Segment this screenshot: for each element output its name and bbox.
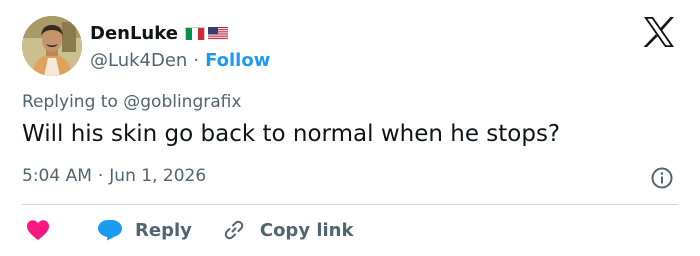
x-logo-icon[interactable]	[642, 16, 676, 48]
italy-flag-icon	[184, 26, 205, 40]
divider	[22, 204, 678, 205]
handle-separator: ·	[193, 49, 200, 71]
handle-row: @Luk4Den · Follow	[90, 47, 270, 73]
author-handle[interactable]: @Luk4Den	[90, 50, 187, 71]
author-name[interactable]: DenLuke	[90, 23, 178, 44]
author-block: DenLuke @Luk4Den · Follow	[90, 20, 270, 73]
action-bar: Reply Copy link	[22, 215, 353, 245]
avatar[interactable]	[22, 16, 82, 76]
copy-link-label: Copy link	[259, 219, 354, 241]
like-button[interactable]	[26, 219, 50, 241]
info-icon[interactable]	[650, 166, 674, 190]
usa-flag-icon	[207, 26, 228, 40]
reply-button[interactable]: Reply	[97, 219, 192, 241]
name-row: DenLuke	[90, 20, 270, 46]
replying-mention[interactable]: @goblingrafix	[123, 92, 241, 112]
reply-label: Reply	[135, 219, 192, 241]
tweet-text: Will his skin go back to normal when he …	[22, 121, 561, 147]
tweet-meta: 5:04 AM · Jun 1, 2026	[22, 166, 206, 186]
follow-button[interactable]: Follow	[205, 50, 270, 71]
reply-bubble-icon	[98, 220, 122, 241]
link-icon	[224, 220, 244, 240]
heart-icon	[27, 220, 49, 240]
tweet-time[interactable]: 5:04 AM	[22, 166, 92, 186]
flag-emojis	[184, 26, 228, 40]
tweet-date[interactable]: Jun 1, 2026	[109, 166, 206, 186]
copy-link-button[interactable]: Copy link	[222, 218, 354, 242]
replying-prefix: Replying to	[22, 92, 118, 112]
meta-separator: ·	[97, 166, 104, 186]
replying-to: Replying to @goblingrafix	[22, 92, 241, 112]
